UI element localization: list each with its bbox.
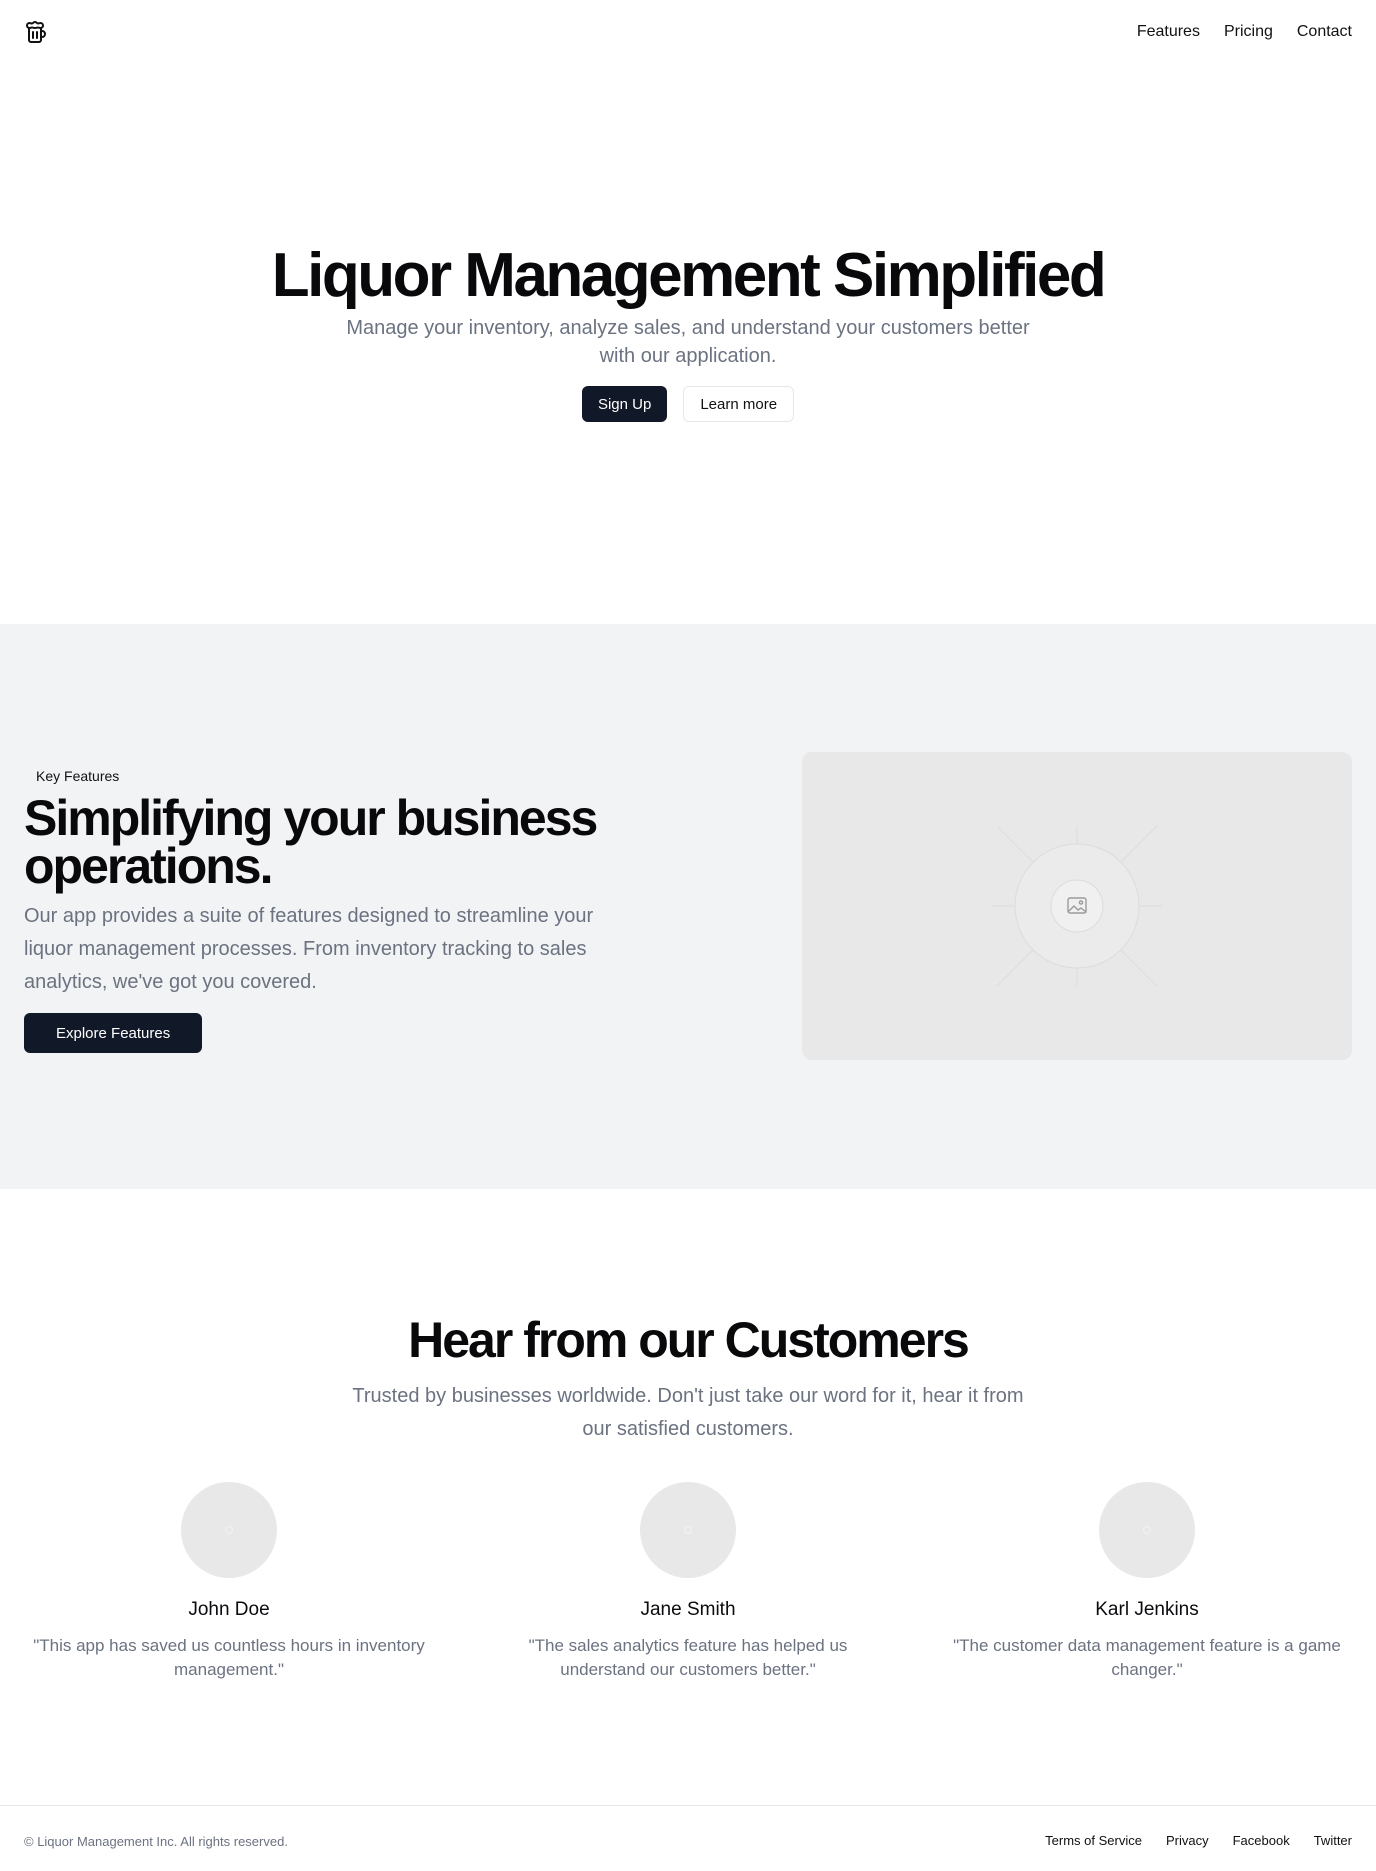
explore-features-button[interactable]: Explore Features bbox=[24, 1013, 203, 1053]
site-footer: © Liquor Management Inc. All rights rese… bbox=[0, 1805, 1376, 1871]
avatar bbox=[1099, 1482, 1195, 1578]
terms-link[interactable]: Terms of Service bbox=[1045, 1833, 1142, 1848]
site-header: Features Pricing Contact bbox=[0, 0, 1376, 64]
footer-links: Terms of Service Privacy Facebook Twitte… bbox=[1045, 1833, 1352, 1848]
copyright-text: © Liquor Management Inc. All rights rese… bbox=[24, 1834, 288, 1849]
features-image-placeholder bbox=[802, 752, 1352, 1060]
avatar bbox=[181, 1482, 277, 1578]
avatar-placeholder-icon bbox=[1143, 1526, 1151, 1534]
nav-contact-link[interactable]: Contact bbox=[1297, 22, 1352, 42]
avatar-placeholder-icon bbox=[225, 1526, 233, 1534]
testimonials-section: Hear from our Customers Trusted by busin… bbox=[0, 1310, 1376, 1679]
testimonials-title: Hear from our Customers bbox=[408, 1312, 970, 1368]
facebook-link[interactable]: Facebook bbox=[1233, 1833, 1290, 1848]
testimonial-quote: "The customer data management feature is… bbox=[953, 1636, 1341, 1679]
privacy-link[interactable]: Privacy bbox=[1166, 1833, 1209, 1848]
testimonial-card: Karl Jenkins "The customer data manageme… bbox=[937, 1482, 1357, 1682]
hero-section: Liquor Management Simplified Manage your… bbox=[0, 240, 1376, 422]
beer-mug-icon[interactable] bbox=[24, 20, 48, 44]
hero-actions: Sign Up Learn more bbox=[0, 386, 1376, 422]
hero-title: Liquor Management Simplified bbox=[271, 241, 1107, 310]
learn-more-button[interactable]: Learn more bbox=[683, 386, 795, 422]
avatar-placeholder-icon bbox=[684, 1526, 692, 1534]
features-section: Key Features Simplifying your business o… bbox=[0, 624, 1376, 1189]
testimonial-card: Jane Smith "The sales analytics feature … bbox=[478, 1482, 898, 1682]
testimonial-quote: "The sales analytics feature has helped … bbox=[528, 1636, 848, 1679]
features-description: Our app provides a suite of features des… bbox=[24, 905, 594, 993]
features-title: Simplifying your business operations. bbox=[24, 790, 598, 894]
nav-features-link[interactable]: Features bbox=[1137, 22, 1200, 42]
twitter-link[interactable]: Twitter bbox=[1314, 1833, 1352, 1848]
testimonial-name: Karl Jenkins bbox=[1095, 1599, 1199, 1620]
nav-pricing-link[interactable]: Pricing bbox=[1224, 22, 1273, 42]
features-tag: Key Features bbox=[24, 764, 132, 788]
avatar bbox=[640, 1482, 736, 1578]
testimonial-name: John Doe bbox=[188, 1599, 270, 1620]
sign-up-button[interactable]: Sign Up bbox=[581, 386, 668, 422]
image-placeholder-icon bbox=[992, 825, 1162, 987]
testimonials-subtitle: Trusted by businesses worldwide. Don't j… bbox=[352, 1385, 1024, 1440]
main-nav: Features Pricing Contact bbox=[1137, 22, 1352, 42]
hero-subtitle: Manage your inventory, analyze sales, an… bbox=[346, 317, 1030, 367]
testimonial-quote: "This app has saved us countless hours i… bbox=[33, 1636, 425, 1679]
testimonial-name: Jane Smith bbox=[640, 1599, 736, 1620]
testimonial-card: John Doe "This app has saved us countles… bbox=[19, 1482, 439, 1682]
